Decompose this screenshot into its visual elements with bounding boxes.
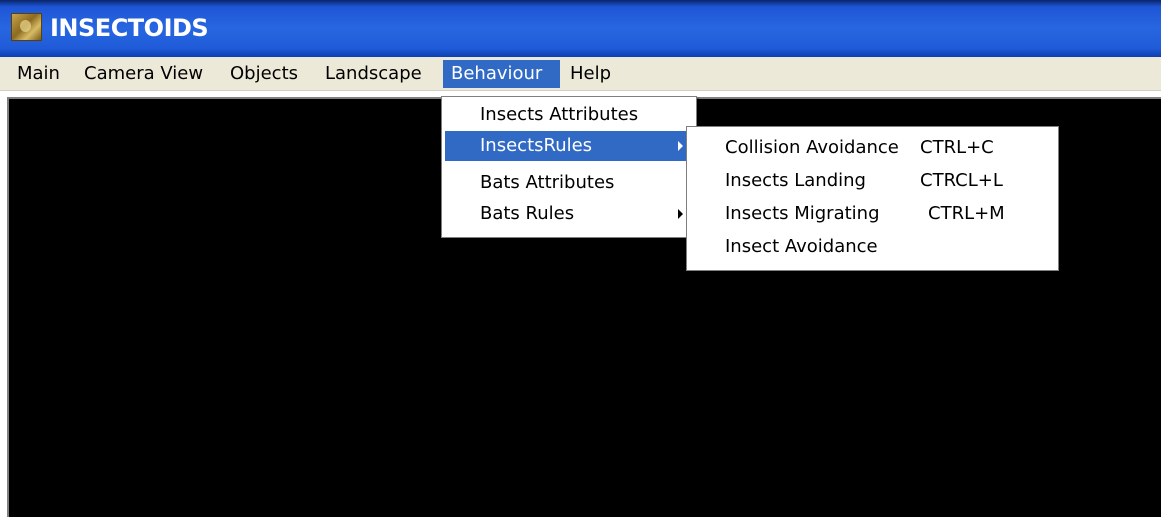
insect-app-icon[interactable] [11,13,42,41]
title-bar[interactable]: INSECTOIDS [0,0,1161,57]
menu-item-label: Insects Attributes [480,104,639,125]
menu-item-insects-migrating[interactable]: Insects Migrating CTRL+M [690,199,1055,229]
menu-bar: Main Camera View Objects Landscape Behav… [0,57,1161,91]
menu-item-insects-attributes[interactable]: Insects Attributes [445,100,693,130]
shortcut-label: CTRCL+L [920,170,1003,191]
insects-rules-submenu: Collision Avoidance CTRL+C Insects Landi… [686,126,1059,271]
chevron-right-icon [678,209,683,219]
menu-landscape[interactable]: Landscape [317,60,430,88]
menu-item-label: Insect Avoidance [725,236,878,257]
menu-item-label: Insects Landing [725,170,866,191]
window-title: INSECTOIDS [50,14,209,42]
menu-main[interactable]: Main [9,60,68,88]
menu-item-insects-landing[interactable]: Insects Landing CTRCL+L [690,166,1055,196]
behaviour-dropdown: Insects Attributes InsectsRules Bats Att… [441,96,697,238]
menu-item-label: Bats Rules [480,203,575,224]
menu-objects[interactable]: Objects [222,60,306,88]
menu-camera-view[interactable]: Camera View [76,60,211,88]
shortcut-label: CTRL+M [928,203,1005,224]
menu-item-insects-rules[interactable]: InsectsRules [445,131,693,161]
menu-item-bats-rules[interactable]: Bats Rules [445,199,693,229]
menu-item-label: Bats Attributes [480,172,615,193]
menu-behaviour[interactable]: Behaviour [443,60,560,88]
menu-item-label: InsectsRules [480,135,593,156]
chevron-right-icon [678,141,683,151]
menu-item-label: Insects Migrating [725,203,880,224]
menu-item-collision-avoidance[interactable]: Collision Avoidance CTRL+C [690,133,1055,163]
shortcut-label: CTRL+C [920,137,994,158]
menu-item-insect-avoidance[interactable]: Insect Avoidance [690,232,1055,262]
menu-item-bats-attributes[interactable]: Bats Attributes [445,168,693,198]
menu-item-label: Collision Avoidance [725,137,899,158]
menu-help[interactable]: Help [562,60,619,88]
